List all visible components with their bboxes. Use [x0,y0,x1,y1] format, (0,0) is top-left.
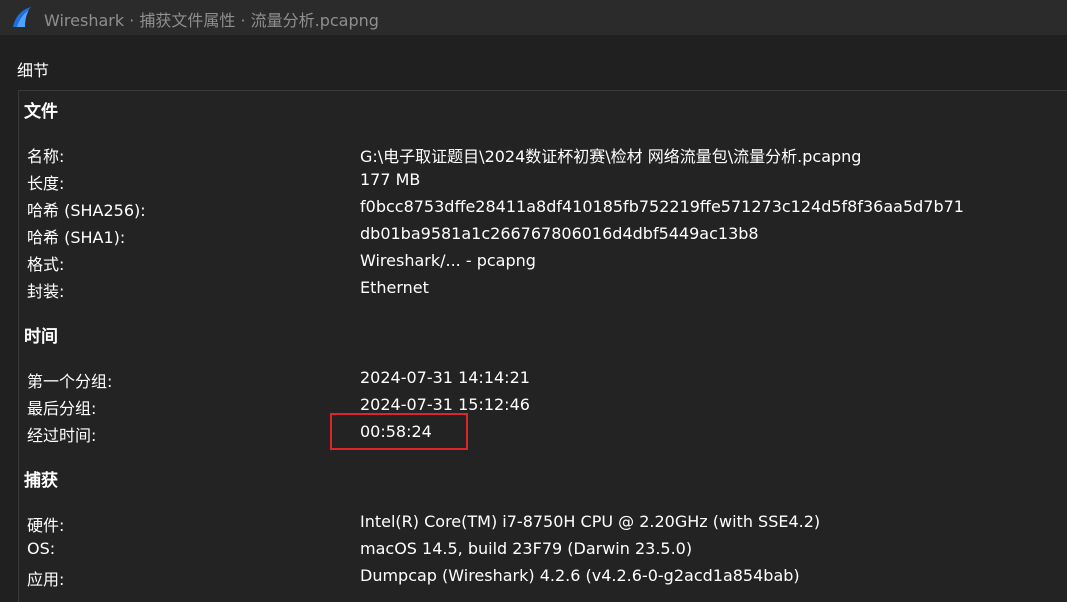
sha256-key: 哈希 (SHA256): [27,201,146,220]
hardware-key: 硬件: [27,516,65,535]
last-packet-value[interactable]: 2024-07-31 15:12:46 [360,395,530,414]
first-packet-value[interactable]: 2024-07-31 14:14:21 [360,368,530,387]
os-key: OS: [27,539,56,558]
file-length-value[interactable]: 177 MB [360,170,420,189]
last-packet-key: 最后分组: [27,399,97,418]
time-section-heading: 时间 [24,327,58,347]
sha1-key: 哈希 (SHA1): [27,228,126,247]
capture-section-heading: 捕获 [24,471,58,491]
format-key: 格式: [27,255,65,274]
encapsulation-key: 封装: [27,282,65,301]
file-length-key: 长度: [27,174,65,193]
file-name-value[interactable]: G:\电子取证题目\2024数证杯初赛\检材 网络流量包\流量分析.pcapng [360,143,861,167]
title-bar: Wireshark · 捕获文件属性 · 流量分析.pcapng [0,0,1067,35]
file-name-key: 名称: [27,147,65,166]
sha1-value[interactable]: db01ba9581a1c266767806016d4dbf5449ac13b8 [360,224,759,243]
sha256-value[interactable]: f0bcc8753dffe28411a8df410185fb752219ffe5… [360,197,964,216]
encapsulation-value[interactable]: Ethernet [360,278,429,297]
file-section-heading: 文件 [24,102,58,122]
wireshark-fin-icon [13,7,31,27]
elapsed-time-highlight-box [330,413,468,450]
first-packet-key: 第一个分组: [27,372,113,391]
details-section-label: 细节 [17,61,50,80]
application-key: 应用: [27,570,65,589]
window-title: Wireshark · 捕获文件属性 · 流量分析.pcapng [44,11,379,30]
os-value[interactable]: macOS 14.5, build 23F79 (Darwin 23.5.0) [360,539,692,558]
format-value[interactable]: Wireshark/... - pcapng [360,251,536,270]
elapsed-time-key: 经过时间: [27,426,97,445]
hardware-value[interactable]: Intel(R) Core(TM) i7-8750H CPU @ 2.20GHz… [360,512,820,531]
application-value[interactable]: Dumpcap (Wireshark) 4.2.6 (v4.2.6-0-g2ac… [360,566,800,585]
